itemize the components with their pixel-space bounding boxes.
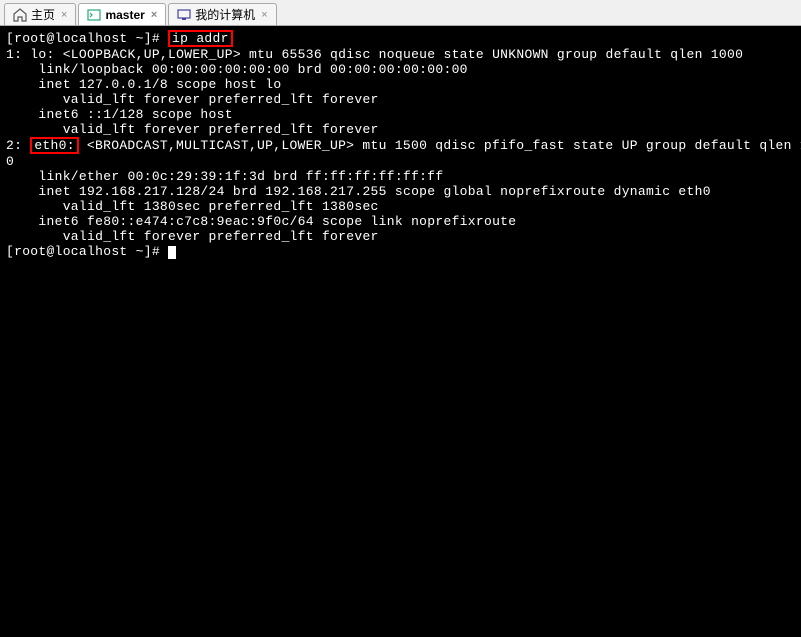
output-line: inet 192.168.217.128/24 brd 192.168.217.… — [6, 184, 711, 199]
output-line: 0 — [6, 154, 14, 169]
tab-my-computer[interactable]: 我的计算机 × — [168, 3, 276, 25]
prompt: [root@localhost ~]# — [6, 244, 168, 259]
output-line: valid_lft forever preferred_lft forever — [6, 122, 379, 137]
tab-label: 我的计算机 — [195, 6, 255, 23]
output-line: link/loopback 00:00:00:00:00:00 brd 00:0… — [6, 62, 468, 77]
output-line: inet6 fe80::e474:c7c8:9eac:9f0c/64 scope… — [6, 214, 516, 229]
output-line: valid_lft forever preferred_lft forever — [6, 229, 379, 244]
output-line: link/ether 00:0c:29:39:1f:3d brd ff:ff:f… — [6, 169, 443, 184]
cursor — [168, 246, 176, 259]
output-line: inet 127.0.0.1/8 scope host lo — [6, 77, 281, 92]
output-line: valid_lft 1380sec preferred_lft 1380sec — [6, 199, 379, 214]
tab-label: master — [105, 8, 144, 22]
terminal-output[interactable]: [root@localhost ~]# ip addr 1: lo: <LOOP… — [0, 26, 801, 637]
output-line: <BROADCAST,MULTICAST,UP,LOWER_UP> mtu 15… — [79, 138, 801, 153]
tab-master[interactable]: master × — [78, 3, 166, 25]
close-icon[interactable]: × — [261, 9, 267, 21]
output-line: valid_lft forever preferred_lft forever — [6, 92, 379, 107]
command-highlight: ip addr — [168, 30, 233, 47]
tab-home[interactable]: 主页 × — [4, 3, 76, 25]
prompt: [root@localhost ~]# — [6, 31, 168, 46]
tab-label: 主页 — [31, 6, 55, 23]
tab-bar: 主页 × master × 我的计算机 × — [0, 0, 801, 26]
close-icon[interactable]: × — [61, 9, 67, 21]
computer-icon — [177, 8, 191, 22]
interface-highlight: eth0: — [30, 137, 79, 154]
output-line: inet6 ::1/128 scope host — [6, 107, 233, 122]
output-line: 2: — [6, 138, 30, 153]
output-line: 1: lo: <LOOPBACK,UP,LOWER_UP> mtu 65536 … — [6, 47, 743, 62]
close-icon[interactable]: × — [151, 9, 157, 21]
home-icon — [13, 8, 27, 22]
terminal-icon — [87, 8, 101, 22]
